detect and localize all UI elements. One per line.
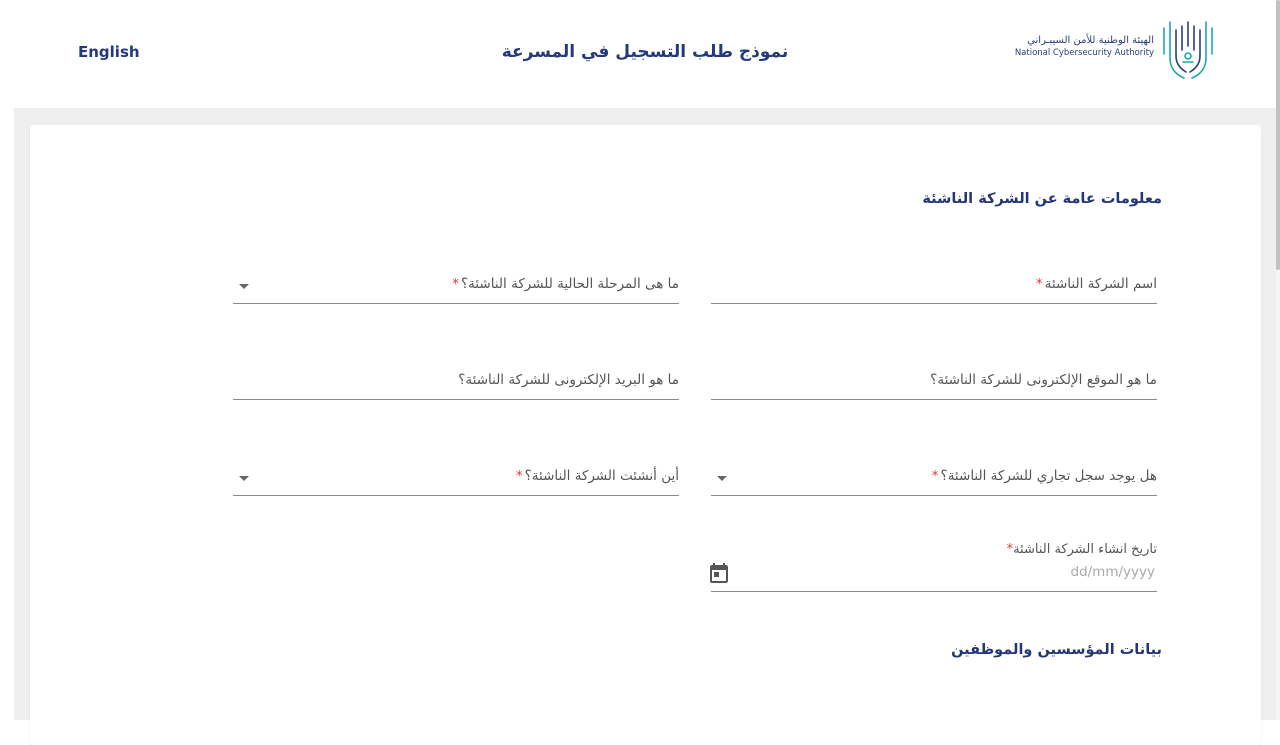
form-card: معلومات عامة عن الشركة الناشئة اسم الشرك… bbox=[30, 125, 1261, 745]
commercial-register-select[interactable]: هل يوجد سجل تجاري للشركة الناشئة؟* bbox=[711, 463, 1157, 496]
current-stage-select[interactable]: ما هى المرحلة الحالية للشركة الناشئة؟* bbox=[233, 271, 679, 304]
section-title-founders: بيانات المؤسسين والموظفين bbox=[951, 642, 1162, 658]
required-mark: * bbox=[515, 468, 523, 484]
language-switch-link[interactable]: English bbox=[78, 43, 140, 61]
founded-location-label: أين أنشئت الشركة الناشئة؟* bbox=[515, 468, 679, 484]
page-title: نموذج طلب التسجيل في المسرعة bbox=[501, 42, 789, 62]
website-field[interactable]: ما هو الموقع الإلكترونى للشركة الناشئة؟ bbox=[711, 367, 1157, 400]
nca-emblem-icon bbox=[1163, 21, 1213, 79]
header: English نموذج طلب التسجيل في المسرعة اله… bbox=[0, 0, 1276, 108]
section-title-general: معلومات عامة عن الشركة الناشئة bbox=[922, 191, 1162, 207]
chevron-down-icon[interactable] bbox=[239, 284, 249, 289]
founded-location-select[interactable]: أين أنشئت الشركة الناشئة؟* bbox=[233, 463, 679, 496]
email-label: ما هو البريد الإلكترونى للشركة الناشئة؟ bbox=[458, 372, 679, 388]
scrollbar-thumb[interactable] bbox=[1276, 0, 1280, 270]
email-field[interactable]: ما هو البريد الإلكترونى للشركة الناشئة؟ bbox=[233, 367, 679, 400]
chevron-down-icon[interactable] bbox=[717, 476, 727, 481]
nca-logo: الهيئة الوطنية للأمن السيبـراني National… bbox=[1015, 16, 1216, 80]
calendar-icon[interactable] bbox=[707, 561, 731, 585]
required-mark: * bbox=[931, 468, 939, 484]
founded-date-input[interactable] bbox=[753, 563, 1157, 581]
page-scrollbar[interactable] bbox=[1276, 0, 1280, 720]
logo-text-english: National Cybersecurity Authority bbox=[1014, 48, 1154, 58]
startup-name-label: اسم الشركة الناشئة* bbox=[1035, 276, 1157, 292]
required-mark: * bbox=[452, 276, 459, 292]
commercial-register-label: هل يوجد سجل تجاري للشركة الناشئة؟* bbox=[931, 468, 1157, 484]
founded-date-label: تاريخ انشاء الشركة الناشئة* bbox=[1006, 542, 1157, 557]
chevron-down-icon[interactable] bbox=[239, 476, 249, 481]
required-mark: * bbox=[1035, 276, 1043, 292]
startup-name-field[interactable]: اسم الشركة الناشئة* bbox=[711, 271, 1157, 304]
website-label: ما هو الموقع الإلكترونى للشركة الناشئة؟ bbox=[930, 372, 1157, 388]
founded-date-field[interactable] bbox=[710, 561, 1157, 592]
logo-text-arabic: الهيئة الوطنية للأمن السيبـراني bbox=[1027, 35, 1154, 46]
current-stage-label: ما هى المرحلة الحالية للشركة الناشئة؟* bbox=[452, 276, 679, 292]
